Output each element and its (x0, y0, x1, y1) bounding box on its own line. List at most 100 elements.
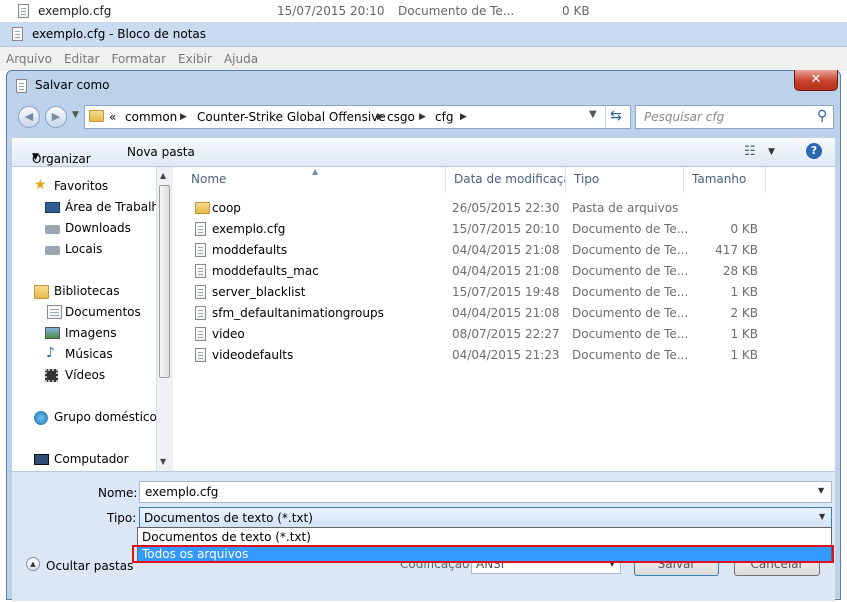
folder-icon (89, 110, 104, 122)
notepad-menu-bar: Arquivo Editar Formatar Exibir Ajuda (0, 47, 847, 71)
menu-arquivo[interactable]: Arquivo (0, 47, 58, 66)
address-dropdown-icon[interactable]: ▼ (589, 109, 597, 120)
file-size: 417 KB (715, 243, 758, 257)
file-name: exemplo.cfg (212, 222, 286, 236)
close-button[interactable]: ✕ (794, 70, 838, 91)
file-type: Documento de Te... (572, 327, 689, 341)
nav-desktop-label: Área de Trabalho (65, 200, 167, 214)
filename-value: exemplo.cfg (145, 485, 219, 499)
file-icon (195, 264, 206, 278)
chevron-down-icon: ▼ (32, 152, 39, 162)
breadcrumb-separator-icon[interactable]: ▶ (419, 112, 426, 122)
breadcrumb-common[interactable]: common (125, 110, 177, 124)
forward-button[interactable]: ▶ (45, 106, 67, 128)
scroll-thumb[interactable] (159, 185, 170, 378)
view-dropdown-icon[interactable]: ▼ (768, 147, 775, 157)
images-icon (45, 327, 60, 339)
file-type: Documento de Te... (572, 222, 689, 236)
nav-documents-label: Documentos (65, 305, 141, 319)
file-size: 0 KB (730, 222, 758, 236)
documents-icon (47, 305, 62, 319)
file-row[interactable]: server_blacklist 15/07/2015 19:48 Document… (173, 282, 835, 303)
scroll-down-icon[interactable]: ▼ (160, 457, 166, 466)
breadcrumb-separator-icon[interactable]: ▶ (377, 112, 384, 122)
column-type-label: Tipo (574, 172, 600, 186)
file-name: moddefaults (212, 243, 288, 257)
file-row[interactable]: video 08/07/2015 22:27 Documento de Te... 1… (173, 324, 835, 345)
search-icon[interactable]: ⚲ (817, 108, 827, 124)
breadcrumb-overflow[interactable]: « (109, 110, 116, 124)
breadcrumb-cfg[interactable]: cfg (435, 110, 453, 124)
address-bar[interactable]: « common ▶ Counter-Strike Global Offensi… (84, 105, 631, 129)
help-icon[interactable]: ? (806, 143, 822, 159)
file-row[interactable]: moddefaults 04/04/2015 21:08 Documento de … (173, 240, 835, 261)
menu-editar[interactable]: Editar (58, 47, 106, 66)
hide-folders-icon[interactable]: ▲ (26, 557, 40, 571)
nav-libraries-label: Bibliotecas (54, 284, 120, 298)
menu-exibir[interactable]: Exibir (172, 47, 218, 66)
file-type: Documento de Te... (572, 243, 689, 257)
file-name: videodefaults (212, 348, 294, 362)
file-row[interactable]: exemplo.cfg 15/07/2015 20:10 Documento de … (173, 219, 835, 240)
file-row[interactable]: coop 26/05/2015 22:30 Pasta de arquivos (173, 198, 835, 219)
nav-computer-label: Computador (54, 452, 129, 466)
breadcrumb-separator-icon[interactable]: ▶ (460, 112, 467, 122)
file-date: 04/04/2015 21:08 (452, 243, 560, 257)
file-size: 1 KB (730, 327, 758, 341)
menu-ajuda[interactable]: Ajuda (218, 47, 264, 66)
nav-places-label: Locais (65, 242, 103, 256)
file-icon (195, 327, 206, 341)
star-icon: ★ (34, 177, 47, 193)
file-name: video (212, 327, 245, 341)
file-row[interactable]: videodefaults 04/04/2015 21:23 Documento d… (173, 345, 835, 366)
column-date-label: Data de modificaçã... (454, 172, 565, 186)
search-input[interactable]: Pesquisar cfg ⚲ (635, 105, 834, 129)
downloads-icon (45, 225, 60, 234)
back-button[interactable]: ◀ (18, 106, 40, 128)
navigation-pane: ★ Favoritos Área de Trabalho Downloads L… (12, 167, 166, 471)
file-type: Documento de Te... (572, 348, 689, 362)
hide-folders-button[interactable]: Ocultar pastas (46, 559, 133, 573)
nav-videos-label: Vídeos (65, 368, 106, 382)
notepad-title-bar: exemplo.cfg - Bloco de notas (0, 22, 847, 47)
videos-icon (45, 369, 58, 382)
type-label: Tipo: (107, 511, 137, 525)
column-size-label: Tamanho (692, 172, 747, 186)
file-row[interactable]: moddefaults_mac 04/04/2015 21:08 Documento… (173, 261, 835, 282)
file-type-select[interactable]: Documentos de texto (*.txt) ▼ (139, 507, 832, 528)
view-options-icon[interactable]: ☷ (744, 144, 756, 159)
new-folder-button[interactable]: Nova pasta (127, 145, 195, 159)
breadcrumb-csgo-folder[interactable]: Counter-Strike Global Offensive (197, 110, 386, 124)
notepad-title: exemplo.cfg - Bloco de notas (32, 27, 207, 41)
nav-scrollbar[interactable]: ▲ ▼ (156, 167, 173, 471)
file-row[interactable]: sfm_defaultanimationgroups 04/04/2015 21:… (173, 303, 835, 324)
background-file-row[interactable]: exemplo.cfg 15/07/2015 20:10 Documento d… (0, 0, 847, 23)
filename-input[interactable]: exemplo.cfg ▼ (139, 481, 832, 503)
file-size: 2 KB (730, 306, 758, 320)
name-label: Nome: (98, 486, 138, 500)
recent-locations-dropdown[interactable]: ▼ (72, 110, 79, 120)
file-size: 1 KB (730, 285, 758, 299)
column-header-size[interactable]: Tamanho (684, 167, 766, 193)
scroll-up-icon[interactable]: ▲ (160, 171, 166, 180)
file-type: Documento de Te... (572, 285, 689, 299)
column-name-label: Nome (191, 172, 227, 186)
menu-formatar[interactable]: Formatar (105, 47, 172, 66)
filename-dropdown-icon[interactable]: ▼ (818, 486, 824, 495)
file-date: 15/07/2015 20:10 (452, 222, 560, 236)
background-file-type: Documento de Te... (398, 4, 515, 18)
breadcrumb-separator-icon[interactable]: ▶ (180, 112, 187, 122)
file-icon (195, 285, 206, 299)
search-placeholder: Pesquisar cfg (644, 110, 725, 124)
file-date: 26/05/2015 22:30 (452, 201, 560, 215)
file-type-dropdown-icon[interactable]: ▼ (819, 512, 825, 521)
homegroup-icon (34, 411, 48, 425)
breadcrumb-csgo[interactable]: csgo (387, 110, 415, 124)
file-type-option-txt[interactable]: Documentos de texto (*.txt) (138, 529, 831, 546)
file-size: 1 KB (730, 348, 758, 362)
column-header-type[interactable]: Tipo (566, 167, 684, 193)
file-date: 15/07/2015 19:48 (452, 285, 560, 299)
refresh-icon[interactable]: ⇆ (610, 108, 622, 124)
file-icon (195, 222, 206, 236)
column-header-date[interactable]: Data de modificaçã... (446, 167, 566, 193)
